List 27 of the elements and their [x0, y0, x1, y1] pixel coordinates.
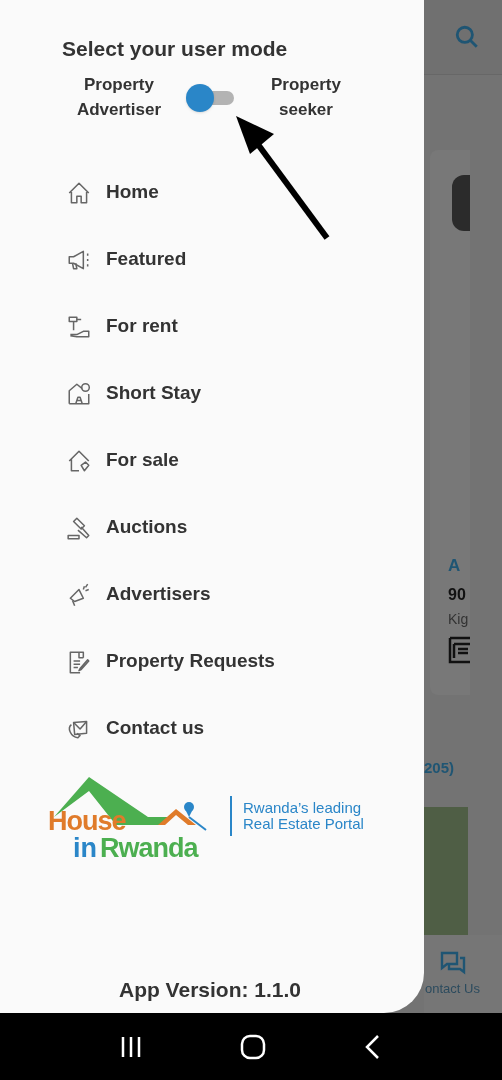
menu-item[interactable]: Auctions: [66, 511, 188, 544]
logo-text: in: [73, 834, 97, 862]
document-icon: [448, 635, 470, 664]
menu-item[interactable]: Home: [66, 176, 159, 209]
app-version: App Version: 1.1.0: [117, 976, 303, 1003]
menu-item[interactable]: Contact us: [66, 712, 205, 745]
tagline: Rwanda’s leading: [243, 799, 363, 816]
logo-text: Rwanda: [100, 834, 198, 862]
card-price: 90: [448, 584, 467, 605]
card-title: A: [448, 555, 462, 577]
card-location: Kig: [448, 609, 470, 629]
switch-label: Property Advertiser: [75, 73, 163, 121]
section-count: 205): [424, 758, 455, 778]
home-icon[interactable]: [240, 1033, 266, 1060]
menu-item[interactable]: Short Stay: [66, 377, 202, 410]
menu-item[interactable]: For sale: [66, 444, 179, 477]
dark-button[interactable]: [452, 175, 470, 231]
menu-item[interactable]: Featured: [66, 243, 187, 276]
menu-item[interactable]: For rent: [66, 310, 178, 343]
mode-switch[interactable]: [186, 82, 236, 111]
menu-item[interactable]: Property Requests: [66, 645, 275, 678]
house-clock-icon: [66, 380, 92, 407]
mode-title: Select your user mode: [62, 36, 289, 62]
logo-text: House: [48, 807, 126, 835]
tagline: Real Estate Portal: [243, 815, 364, 832]
switch-label: Property seeker: [270, 73, 342, 121]
menu-item[interactable]: Advertisers: [66, 578, 211, 611]
